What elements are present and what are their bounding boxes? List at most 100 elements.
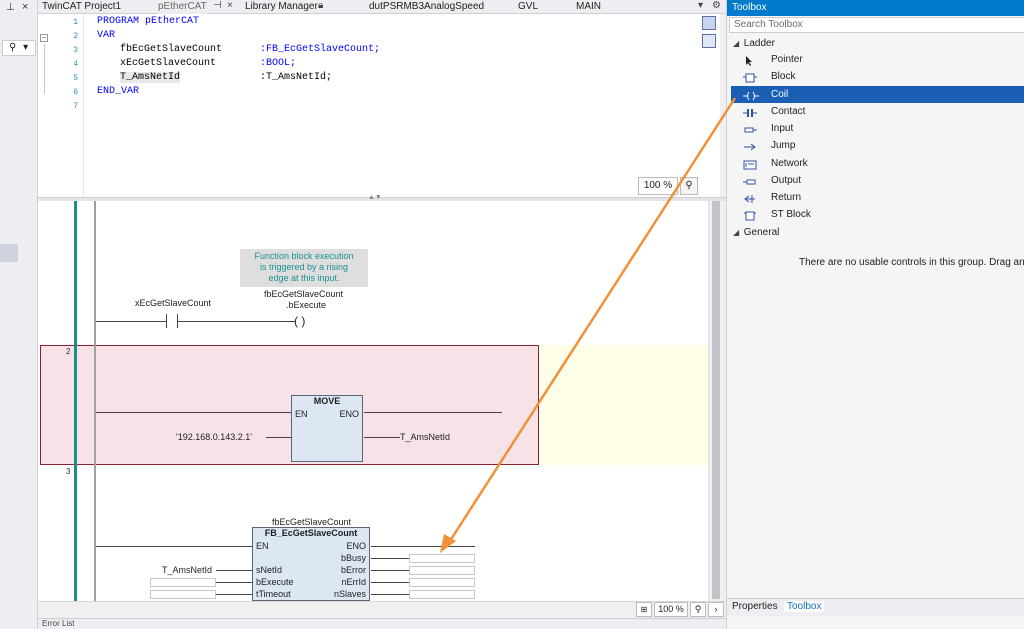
tab-twincat-project1[interactable]: TwinCAT Project1: [42, 0, 121, 14]
bbusy-output-field[interactable]: [409, 554, 475, 563]
bexecute-input-field[interactable]: [150, 578, 216, 587]
toolbox-item-label: Return: [771, 192, 802, 203]
line-number: 6: [73, 88, 78, 97]
rung-wire: [177, 321, 295, 322]
close-tab-icon[interactable]: ×: [227, 0, 233, 11]
toolbox-item-contact[interactable]: Contact: [731, 103, 1024, 120]
coil-variable-label[interactable]: .bExecute: [286, 300, 326, 310]
fb-title: MOVE: [313, 396, 341, 406]
ladder-zoom-level[interactable]: 100 %: [654, 602, 688, 617]
document-tab-bar: TwinCAT Project1 pEtherCAT ⊣ × Library M…: [38, 0, 726, 14]
group-general[interactable]: ◢ General: [733, 227, 779, 238]
toolbox-item-pointer[interactable]: Pointer: [731, 51, 1024, 68]
tab-list-dropdown-icon[interactable]: ▾: [698, 0, 703, 11]
network-icon: [743, 159, 757, 170]
pin-wire: [371, 594, 409, 595]
snetid-input-variable[interactable]: T_AmsNetId: [162, 565, 212, 575]
solution-search-box[interactable]: ⚲ ▾: [2, 40, 36, 56]
toolbox-item-block[interactable]: Block: [731, 68, 1024, 85]
line-number: 3: [73, 46, 78, 55]
collapse-toggle-icon[interactable]: −: [40, 34, 48, 42]
rung-wire: [266, 437, 292, 438]
contact-icon: [743, 107, 757, 117]
tab-toolbox[interactable]: Toolbox: [784, 601, 825, 612]
toolbox-search-input[interactable]: Search Toolbox: [729, 17, 1024, 33]
left-rail-guide: [94, 201, 96, 601]
toolbox-panel: Toolbox Search Toolbox ◢ Ladder Pointer …: [726, 0, 1024, 629]
code-var-name: T_AmsNetId: [120, 72, 181, 83]
tab-pethercat[interactable]: pEtherCAT: [158, 0, 207, 14]
toolbox-title: Toolbox: [727, 0, 1024, 16]
rung-comment[interactable]: Function block execution is triggered by…: [240, 249, 368, 287]
move-function-block[interactable]: MOVE EN ENO: [291, 395, 363, 462]
coil-variable-label[interactable]: fbEcGetSlaveCount: [264, 289, 343, 299]
code-var-type: :FB_EcGetSlaveCount;: [260, 44, 381, 55]
code-var-name: xEcGetSlaveCount: [120, 58, 217, 69]
tab-main[interactable]: MAIN: [576, 0, 601, 14]
code-var-type: :T_AmsNetId;: [260, 72, 333, 83]
ttimeout-input-field[interactable]: [150, 590, 216, 599]
textual-view-icon[interactable]: [702, 16, 716, 30]
rung-2-selected[interactable]: [40, 345, 539, 465]
contact-variable-label[interactable]: xEcGetSlaveCount: [135, 298, 211, 308]
contact-symbol[interactable]: [166, 314, 167, 328]
pointer-icon: [743, 55, 755, 66]
declaration-editor[interactable]: 1 2 3 4 5 6 7 − PROGRAM pEtherCAT VAR fb…: [38, 14, 720, 197]
tab-library-manager[interactable]: Library Manager: [245, 0, 318, 14]
pin-tab-icon[interactable]: ⊣: [213, 0, 222, 11]
pin-wire: [371, 582, 409, 583]
toolbox-item-return[interactable]: Return: [731, 189, 1024, 206]
toolbox-item-st-block[interactable]: ST Block: [731, 206, 1024, 223]
toolbox-item-label: Jump: [771, 140, 796, 151]
tab-properties[interactable]: Properties: [732, 601, 778, 612]
collapse-triangle-icon[interactable]: ◢: [733, 39, 741, 48]
nslaves-output-field[interactable]: [409, 590, 475, 599]
st-block-icon: [743, 210, 756, 221]
zoom-magnifier-icon[interactable]: ⚲: [690, 602, 706, 617]
tree-selection-marker: [0, 244, 18, 262]
pin-wire: [216, 582, 253, 583]
pin-wire: [216, 594, 253, 595]
splitter-grip-icon[interactable]: ▲▼: [368, 194, 382, 201]
close-icon[interactable]: ×: [22, 1, 28, 13]
fb-title: FB_EcGetSlaveCount: [264, 528, 358, 538]
tab-gvl[interactable]: GVL: [518, 0, 538, 14]
toolbox-item-label: Coil: [771, 89, 789, 100]
comment-line: Function block execution: [254, 251, 354, 261]
zoom-magnifier-icon[interactable]: ⚲: [680, 177, 698, 195]
fb-instance-name[interactable]: fbEcGetSlaveCount: [272, 517, 351, 527]
error-list-tab[interactable]: Error List: [38, 618, 726, 629]
toolbox-item-jump[interactable]: Jump: [731, 137, 1024, 154]
toolbox-item-output[interactable]: Output: [731, 172, 1024, 189]
nerrid-output-field[interactable]: [409, 578, 475, 587]
settings-gear-icon[interactable]: ⚙: [712, 0, 721, 11]
pin-icon[interactable]: ⊥: [6, 2, 15, 13]
toolbox-item-coil[interactable]: Coil: [731, 86, 1024, 103]
line-number: 1: [73, 18, 78, 27]
rung-wire: [364, 437, 400, 438]
collapse-triangle-icon[interactable]: ◢: [733, 228, 741, 237]
fit-view-icon[interactable]: ⊞: [636, 602, 652, 617]
scroll-right-icon[interactable]: ›: [708, 602, 724, 617]
coil-symbol[interactable]: ( ): [294, 314, 305, 328]
ladder-diagram-editor[interactable]: Function block execution is triggered by…: [38, 201, 708, 601]
fb-ecgetslavecount-block[interactable]: FB_EcGetSlaveCount EN ENO bBusy sNetId b…: [252, 527, 370, 601]
chevron-down-icon[interactable]: ▾: [23, 42, 28, 53]
fb-pin-en: EN: [256, 541, 269, 551]
code-var-keyword: VAR: [97, 30, 116, 41]
fb-pin-berror: bError: [340, 565, 366, 575]
ladder-vertical-scrollbar[interactable]: [708, 201, 722, 601]
toolbox-item-label: ST Block: [771, 209, 811, 220]
tab-dut-psrmb3-analog-speed[interactable]: dutPSRMB3AnalogSpeed: [369, 0, 484, 14]
tabular-view-icon[interactable]: [702, 34, 716, 48]
declaration-zoom-level[interactable]: 100 %: [638, 177, 678, 195]
fb-pin-eno: ENO: [339, 409, 359, 419]
move-output-variable[interactable]: T_AmsNetId: [400, 432, 450, 442]
move-input-value[interactable]: '192.168.0.143.2.1': [176, 432, 252, 442]
scrollbar-thumb[interactable]: [712, 201, 720, 599]
group-ladder[interactable]: ◢ Ladder: [733, 38, 775, 49]
lock-icon: 🔒︎: [318, 0, 324, 11]
berror-output-field[interactable]: [409, 566, 475, 575]
toolbox-item-input[interactable]: Input: [731, 120, 1024, 137]
toolbox-item-network[interactable]: Network: [731, 155, 1024, 172]
